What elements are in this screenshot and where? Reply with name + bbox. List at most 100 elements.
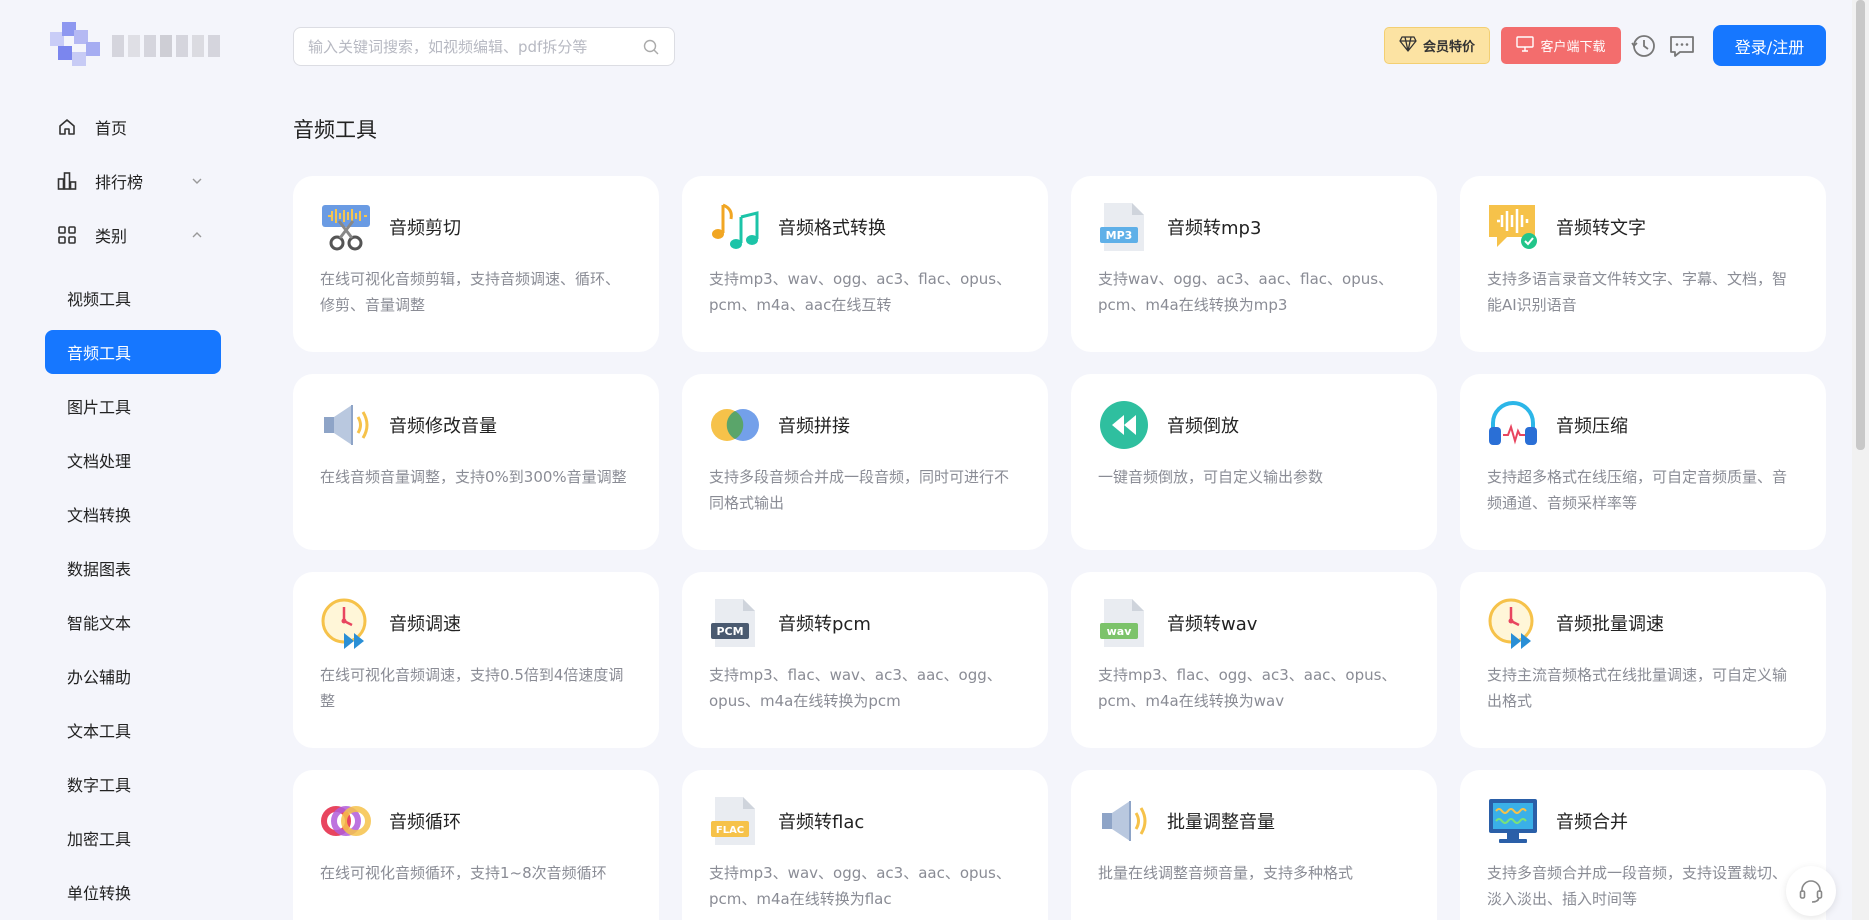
tool-title: 批量调整音量: [1167, 812, 1275, 833]
speaker-icon: [1102, 801, 1147, 841]
logo-mark: [50, 22, 104, 70]
tool-card-audio-volume[interactable]: 音频修改音量 在线音频音量调整，支持0%到300%音量调整: [293, 374, 659, 550]
tool-description: 在线可视化音频循环，支持1~8次音频循环: [320, 864, 607, 882]
headphones-icon: [1489, 401, 1537, 445]
nav-item-category[interactable]: 类别: [45, 208, 225, 262]
client-download-button[interactable]: 客户端下载: [1501, 27, 1621, 64]
music-notes-icon: [712, 203, 759, 249]
sub-item-number-tools[interactable]: 数字工具: [45, 762, 221, 806]
nav-item-label: 首页: [95, 119, 128, 138]
svg-text:FLAC: FLAC: [716, 825, 744, 836]
nav-item-label: 类别: [95, 227, 128, 246]
tool-title: 音频循环: [389, 812, 461, 833]
tool-card-batch-volume[interactable]: 批量调整音量 批量在线调整音频音量，支持多种格式: [1071, 770, 1437, 920]
tool-card-audio-compress[interactable]: 音频压缩 支持超多格式在线压缩，可自定音频质量、音频通道、音频采样率等: [1460, 374, 1826, 550]
tool-card-audio-to-mp3[interactable]: MP3 音频转mp3 支持wav、ogg、ac3、aac、flac、opus、p…: [1071, 176, 1437, 352]
speaker-icon: [324, 405, 369, 445]
svg-text:MP3: MP3: [1106, 229, 1133, 242]
chevron-down-icon[interactable]: [189, 173, 205, 189]
scrollbar[interactable]: [1852, 0, 1869, 920]
tool-card-audio-reverse[interactable]: 音频倒放 一键音频倒放，可自定义输出参数: [1071, 374, 1437, 550]
tool-description: 一键音频倒放，可自定义输出参数: [1098, 468, 1324, 486]
customer-service-button[interactable]: [1786, 866, 1836, 916]
speed-clock-icon: [1488, 598, 1534, 649]
tool-card-audio-to-pcm[interactable]: PCM 音频转pcm 支持mp3、flac、wav、ac3、aac、ogg、op…: [682, 572, 1048, 748]
vip-offer-label: 会员特价: [1422, 40, 1475, 55]
tool-title: 音频修改音量: [389, 416, 497, 437]
tool-card-audio-to-flac[interactable]: FLAC 音频转flac 支持mp3、wav、ogg、ac3、aac、opus、…: [682, 770, 1048, 920]
login-register-button[interactable]: 登录/注册: [1713, 25, 1826, 66]
message-icon[interactable]: [1668, 32, 1696, 60]
tool-card-audio-batch-speed[interactable]: 音频批量调速 支持主流音频格式在线批量调速，可自定义输出格式: [1460, 572, 1826, 748]
history-icon[interactable]: [1630, 32, 1658, 60]
tool-title: 音频倒放: [1167, 416, 1239, 437]
tool-description: 在线可视化音频调速，支持0.5倍到4倍速度调整: [320, 666, 624, 710]
sub-item-video-tools[interactable]: 视频工具: [45, 276, 221, 320]
nav-item-home[interactable]: 首页: [45, 100, 225, 154]
tool-title: 音频格式转换: [778, 218, 886, 239]
diamond-icon: [1399, 35, 1417, 56]
tool-title: 音频合并: [1556, 812, 1628, 833]
sub-item-audio-tools[interactable]: 音频工具: [45, 330, 221, 374]
mp3-file-icon: MP3: [1100, 203, 1144, 251]
svg-text:PCM: PCM: [716, 625, 743, 638]
tool-description: 支持mp3、wav、ogg、ac3、flac、opus、pcm、m4a、aac在…: [709, 270, 1012, 314]
home-icon: [57, 117, 77, 137]
pcm-file-icon: PCM: [711, 599, 755, 647]
tool-description: 在线可视化音频剪辑，支持音频调速、循环、修剪、音量调整: [320, 270, 621, 314]
sub-item-smart-text[interactable]: 智能文本: [45, 600, 221, 644]
sub-item-document-conversion[interactable]: 文档转换: [45, 492, 221, 536]
section-title: 音频工具: [293, 118, 377, 142]
audio-cut-icon: [322, 205, 370, 251]
category-sub-nav: 视频工具 音频工具 图片工具 文档处理 文档转换 数据图表 智能文本 办公辅助 …: [45, 276, 221, 920]
sub-item-office-assist[interactable]: 办公辅助: [45, 654, 221, 698]
nav-item-ranking[interactable]: 排行榜: [45, 154, 225, 208]
tool-grid: 音频剪切 在线可视化音频剪辑，支持音频调速、循环、修剪、音量调整 音频格式转换 …: [293, 176, 1826, 920]
speech-to-text-icon: [1489, 205, 1537, 249]
tool-description: 支持多语言录音文件转文字、字幕、文档，智能AI识别语音: [1487, 270, 1788, 314]
tool-description: 支持多音频合并成一段音频，支持设置裁切、淡入淡出、插入时间等: [1487, 864, 1788, 908]
nav-item-label: 排行榜: [95, 173, 144, 192]
tool-card-audio-cut[interactable]: 音频剪切 在线可视化音频剪辑，支持音频调速、循环、修剪、音量调整: [293, 176, 659, 352]
sub-item-data-charts[interactable]: 数据图表: [45, 546, 221, 590]
scrollbar-thumb[interactable]: [1856, 0, 1865, 450]
tool-description: 支持超多格式在线压缩，可自定音频质量、音频通道、音频采样率等: [1487, 468, 1788, 512]
search-box: [293, 27, 675, 66]
tool-description: 支持mp3、wav、ogg、ac3、aac、opus、pcm、m4a在线转换为f…: [709, 864, 1011, 908]
tool-card-audio-merge[interactable]: 音频合并 支持多音频合并成一段音频，支持设置裁切、淡入淡出、插入时间等: [1460, 770, 1826, 920]
vip-offer-button[interactable]: 会员特价: [1384, 27, 1490, 64]
sub-item-unit-conversion[interactable]: 单位转换: [45, 870, 221, 914]
monitor-wave-icon: [1489, 799, 1537, 843]
tool-card-audio-to-wav[interactable]: wav 音频转wav 支持mp3、flac、ogg、ac3、aac、opus、p…: [1071, 572, 1437, 748]
svg-text:wav: wav: [1107, 625, 1133, 638]
speed-clock-icon: [321, 598, 367, 649]
chevron-up-icon[interactable]: [189, 227, 205, 243]
tool-title: 音频转mp3: [1167, 218, 1262, 239]
tool-title: 音频转文字: [1556, 218, 1646, 239]
search-input[interactable]: [308, 37, 642, 56]
tool-card-audio-to-text[interactable]: 音频转文字 支持多语言录音文件转文字、字幕、文档，智能AI识别语音: [1460, 176, 1826, 352]
tool-card-audio-format-convert[interactable]: 音频格式转换 支持mp3、wav、ogg、ac3、flac、opus、pcm、m…: [682, 176, 1048, 352]
ranking-icon: [57, 171, 77, 191]
tool-description: 批量在线调整音频音量，支持多种格式: [1098, 864, 1354, 882]
sub-item-document-processing[interactable]: 文档处理: [45, 438, 221, 482]
rewind-icon: [1100, 401, 1148, 449]
merge-circles-icon: [711, 409, 759, 441]
main-nav: 首页 排行榜 类别: [45, 100, 225, 262]
search-icon[interactable]: [642, 38, 660, 56]
tool-card-audio-speed[interactable]: 音频调速 在线可视化音频调速，支持0.5倍到4倍速度调整: [293, 572, 659, 748]
sub-item-text-tools[interactable]: 文本工具: [45, 708, 221, 752]
sub-item-image-tools[interactable]: 图片工具: [45, 384, 221, 428]
tool-card-audio-loop[interactable]: 音频循环 在线可视化音频循环，支持1~8次音频循环: [293, 770, 659, 920]
tool-description: 在线音频音量调整，支持0%到300%音量调整: [320, 468, 627, 486]
headset-icon: [1799, 880, 1823, 903]
tool-card-audio-join[interactable]: 音频拼接 支持多段音频合并成一段音频，同时可进行不同格式输出: [682, 374, 1048, 550]
monitor-icon: [1516, 35, 1535, 56]
tool-title: 音频剪切: [389, 218, 461, 239]
loop-icon: [321, 806, 371, 836]
sub-item-encryption-tools[interactable]: 加密工具: [45, 816, 221, 860]
tool-title: 音频压缩: [1556, 416, 1628, 437]
category-icon: [57, 225, 77, 245]
logo[interactable]: [50, 22, 220, 70]
tool-description: 支持mp3、flac、wav、ac3、aac、ogg、opus、m4a在线转换为…: [709, 666, 1002, 710]
